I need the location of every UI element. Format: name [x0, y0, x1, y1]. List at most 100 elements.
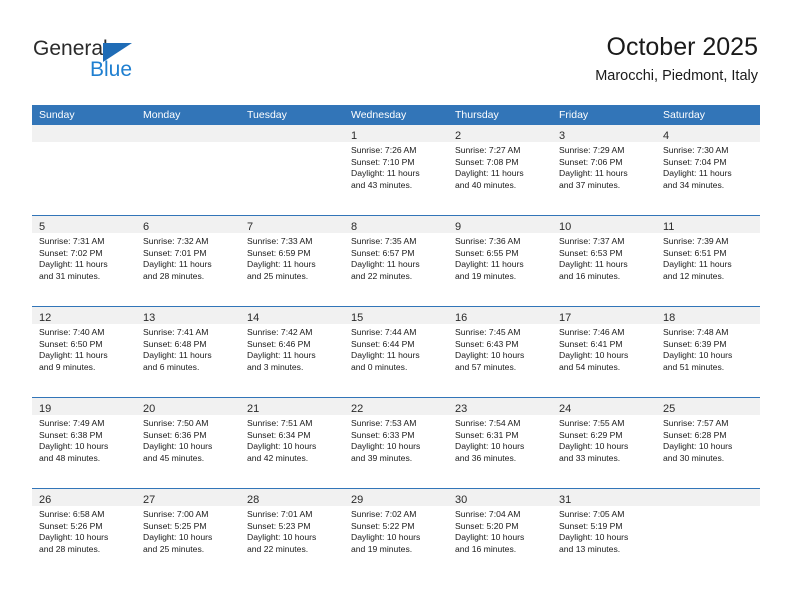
- calendar-day-cell[interactable]: 18 Sunrise: 7:48 AM Sunset: 6:39 PM Dayligh…: [656, 307, 760, 397]
- calendar-week-row: 1 Sunrise: 7:26 AM Sunset: 7:10 PM Daylight…: [32, 125, 760, 215]
- calendar-day-cell[interactable]: 12 Sunrise: 7:40 AM Sunset: 6:50 PM Dayligh…: [32, 307, 136, 397]
- day-number: 25: [663, 403, 676, 415]
- sunset-text: Sunset: 6:43 PM: [455, 338, 519, 349]
- day-sun-info: Sunrise: 7:31 AM Sunset: 7:02 PM Daylight:…: [32, 233, 136, 282]
- calendar-day-cell[interactable]: 14 Sunrise: 7:42 AM Sunset: 6:46 PM Dayligh…: [240, 307, 344, 397]
- day-number: 30: [455, 494, 468, 506]
- daylight-text-line1: Daylight: 10 hours: [143, 441, 213, 452]
- calendar-day-cell[interactable]: 31 Sunrise: 7:05 AM Sunset: 5:19 PM Dayligh…: [552, 489, 656, 579]
- calendar-day-cell[interactable]: 10 Sunrise: 7:37 AM Sunset: 6:53 PM Dayligh…: [552, 216, 656, 306]
- sunrise-text: Sunrise: 7:02 AM: [351, 509, 417, 519]
- sunrise-text: Sunrise: 7:45 AM: [455, 327, 521, 337]
- day-number: 12: [39, 312, 52, 324]
- sunrise-text: Sunrise: 7:44 AM: [351, 327, 417, 337]
- calendar-day-cell[interactable]: 22 Sunrise: 7:53 AM Sunset: 6:33 PM Dayligh…: [344, 398, 448, 488]
- sunset-text: Sunset: 5:25 PM: [143, 520, 207, 531]
- daylight-text-line1: Daylight: 10 hours: [39, 532, 109, 543]
- day-number: 23: [455, 403, 468, 415]
- daylight-text-line2: and 25 minutes.: [247, 270, 309, 281]
- sunrise-text: Sunrise: 7:37 AM: [559, 236, 625, 246]
- day-number-band: 24: [552, 398, 656, 415]
- calendar-day-cell[interactable]: 26 Sunrise: 6:58 AM Sunset: 5:26 PM Dayligh…: [32, 489, 136, 579]
- daylight-text-line2: and 6 minutes.: [143, 361, 200, 372]
- daylight-text-line2: and 37 minutes.: [559, 179, 621, 190]
- day-number: 19: [39, 403, 52, 415]
- calendar-day-cell[interactable]: 7 Sunrise: 7:33 AM Sunset: 6:59 PM Daylight…: [240, 216, 344, 306]
- day-number-band: 3: [552, 125, 656, 142]
- daylight-text-line1: Daylight: 11 hours: [351, 259, 420, 270]
- calendar-day-cell[interactable]: 16 Sunrise: 7:45 AM Sunset: 6:43 PM Dayligh…: [448, 307, 552, 397]
- calendar-day-cell[interactable]: 17 Sunrise: 7:46 AM Sunset: 6:41 PM Dayligh…: [552, 307, 656, 397]
- daylight-text-line2: and 30 minutes.: [663, 452, 725, 463]
- daylight-text-line1: Daylight: 11 hours: [39, 350, 108, 361]
- calendar-day-cell[interactable]: 30 Sunrise: 7:04 AM Sunset: 5:20 PM Dayligh…: [448, 489, 552, 579]
- day-number-band: [656, 489, 760, 506]
- sunrise-text: Sunrise: 7:36 AM: [455, 236, 521, 246]
- calendar-week-row: 19 Sunrise: 7:49 AM Sunset: 6:38 PM Dayligh…: [32, 397, 760, 488]
- sunset-text: Sunset: 5:19 PM: [559, 520, 623, 531]
- weekday-header-saturday: Saturday: [663, 109, 706, 121]
- day-sun-info: Sunrise: 7:35 AM Sunset: 6:57 PM Daylight:…: [344, 233, 448, 282]
- calendar-day-cell[interactable]: 9 Sunrise: 7:36 AM Sunset: 6:55 PM Daylight…: [448, 216, 552, 306]
- day-number-band: 21: [240, 398, 344, 415]
- calendar-day-cell[interactable]: 28 Sunrise: 7:01 AM Sunset: 5:23 PM Dayligh…: [240, 489, 344, 579]
- calendar-day-cell[interactable]: 8 Sunrise: 7:35 AM Sunset: 6:57 PM Daylight…: [344, 216, 448, 306]
- calendar-weeks: 1 Sunrise: 7:26 AM Sunset: 7:10 PM Daylight…: [32, 125, 760, 579]
- calendar-day-cell[interactable]: 15 Sunrise: 7:44 AM Sunset: 6:44 PM Dayligh…: [344, 307, 448, 397]
- calendar-day-cell[interactable]: 13 Sunrise: 7:41 AM Sunset: 6:48 PM Dayligh…: [136, 307, 240, 397]
- calendar-day-cell[interactable]: 27 Sunrise: 7:00 AM Sunset: 5:25 PM Dayligh…: [136, 489, 240, 579]
- calendar-day-cell[interactable]: 11 Sunrise: 7:39 AM Sunset: 6:51 PM Dayligh…: [656, 216, 760, 306]
- calendar-day-cell[interactable]: 21 Sunrise: 7:51 AM Sunset: 6:34 PM Dayligh…: [240, 398, 344, 488]
- general-blue-logo[interactable]: General Blue: [33, 38, 233, 86]
- weekday-header-sunday: Sunday: [39, 109, 75, 121]
- calendar-day-cell[interactable]: 5 Sunrise: 7:31 AM Sunset: 7:02 PM Daylight…: [32, 216, 136, 306]
- sunset-text: Sunset: 7:06 PM: [559, 156, 623, 167]
- daylight-text-line2: and 0 minutes.: [351, 361, 408, 372]
- daylight-text-line2: and 57 minutes.: [455, 361, 517, 372]
- daylight-text-line1: Daylight: 11 hours: [663, 259, 732, 270]
- calendar-day-cell[interactable]: 19 Sunrise: 7:49 AM Sunset: 6:38 PM Dayligh…: [32, 398, 136, 488]
- logo-text-general: General: [33, 37, 108, 60]
- calendar-day-cell[interactable]: 4 Sunrise: 7:30 AM Sunset: 7:04 PM Daylight…: [656, 125, 760, 215]
- daylight-text-line2: and 39 minutes.: [351, 452, 413, 463]
- daylight-text-line1: Daylight: 10 hours: [351, 441, 421, 452]
- daylight-text-line1: Daylight: 10 hours: [39, 441, 109, 452]
- daylight-text-line1: Daylight: 11 hours: [247, 259, 316, 270]
- day-sun-info: Sunrise: 7:57 AM Sunset: 6:28 PM Daylight:…: [656, 415, 760, 464]
- daylight-text-line2: and 31 minutes.: [39, 270, 101, 281]
- calendar-day-cell[interactable]: 1 Sunrise: 7:26 AM Sunset: 7:10 PM Daylight…: [344, 125, 448, 215]
- day-number: 22: [351, 403, 364, 415]
- calendar-day-cell[interactable]: 6 Sunrise: 7:32 AM Sunset: 7:01 PM Daylight…: [136, 216, 240, 306]
- daylight-text-line1: Daylight: 10 hours: [455, 441, 525, 452]
- day-number: 16: [455, 312, 468, 324]
- sunset-text: Sunset: 5:23 PM: [247, 520, 311, 531]
- page-header: General Blue October 2025 Marocchi, Pied…: [0, 0, 792, 100]
- sunrise-text: Sunrise: 7:49 AM: [39, 418, 105, 428]
- daylight-text-line1: Daylight: 10 hours: [663, 350, 733, 361]
- day-sun-info: Sunrise: 7:54 AM Sunset: 6:31 PM Daylight:…: [448, 415, 552, 464]
- day-sun-info: Sunrise: 7:36 AM Sunset: 6:55 PM Daylight:…: [448, 233, 552, 282]
- day-number: 1: [351, 130, 358, 142]
- calendar-day-cell[interactable]: 24 Sunrise: 7:55 AM Sunset: 6:29 PM Dayligh…: [552, 398, 656, 488]
- daylight-text-line2: and 16 minutes.: [559, 270, 621, 281]
- calendar-day-cell[interactable]: 29 Sunrise: 7:02 AM Sunset: 5:22 PM Dayligh…: [344, 489, 448, 579]
- calendar-day-cell[interactable]: 23 Sunrise: 7:54 AM Sunset: 6:31 PM Dayligh…: [448, 398, 552, 488]
- day-sun-info: Sunrise: 7:01 AM Sunset: 5:23 PM Daylight:…: [240, 506, 344, 555]
- sunset-text: Sunset: 6:38 PM: [39, 429, 103, 440]
- sunrise-text: Sunrise: 7:27 AM: [455, 145, 521, 155]
- calendar-day-cell[interactable]: 25 Sunrise: 7:57 AM Sunset: 6:28 PM Dayligh…: [656, 398, 760, 488]
- calendar-day-cell[interactable]: 3 Sunrise: 7:29 AM Sunset: 7:06 PM Daylight…: [552, 125, 656, 215]
- calendar-day-cell[interactable]: 2 Sunrise: 7:27 AM Sunset: 7:08 PM Daylight…: [448, 125, 552, 215]
- sunrise-text: Sunrise: 7:26 AM: [351, 145, 417, 155]
- sunset-text: Sunset: 6:48 PM: [143, 338, 207, 349]
- calendar-day-cell[interactable]: 20 Sunrise: 7:50 AM Sunset: 6:36 PM Dayligh…: [136, 398, 240, 488]
- sunrise-text: Sunrise: 7:54 AM: [455, 418, 521, 428]
- day-number: 29: [351, 494, 364, 506]
- day-sun-info: Sunrise: 7:55 AM Sunset: 6:29 PM Daylight:…: [552, 415, 656, 464]
- sunset-text: Sunset: 6:53 PM: [559, 247, 623, 258]
- day-sun-info: Sunrise: 7:50 AM Sunset: 6:36 PM Daylight:…: [136, 415, 240, 464]
- calendar-page: General Blue October 2025 Marocchi, Pied…: [0, 0, 792, 612]
- day-sun-info: Sunrise: 7:49 AM Sunset: 6:38 PM Daylight:…: [32, 415, 136, 464]
- daylight-text-line2: and 43 minutes.: [351, 179, 413, 190]
- daylight-text-line1: Daylight: 11 hours: [247, 350, 316, 361]
